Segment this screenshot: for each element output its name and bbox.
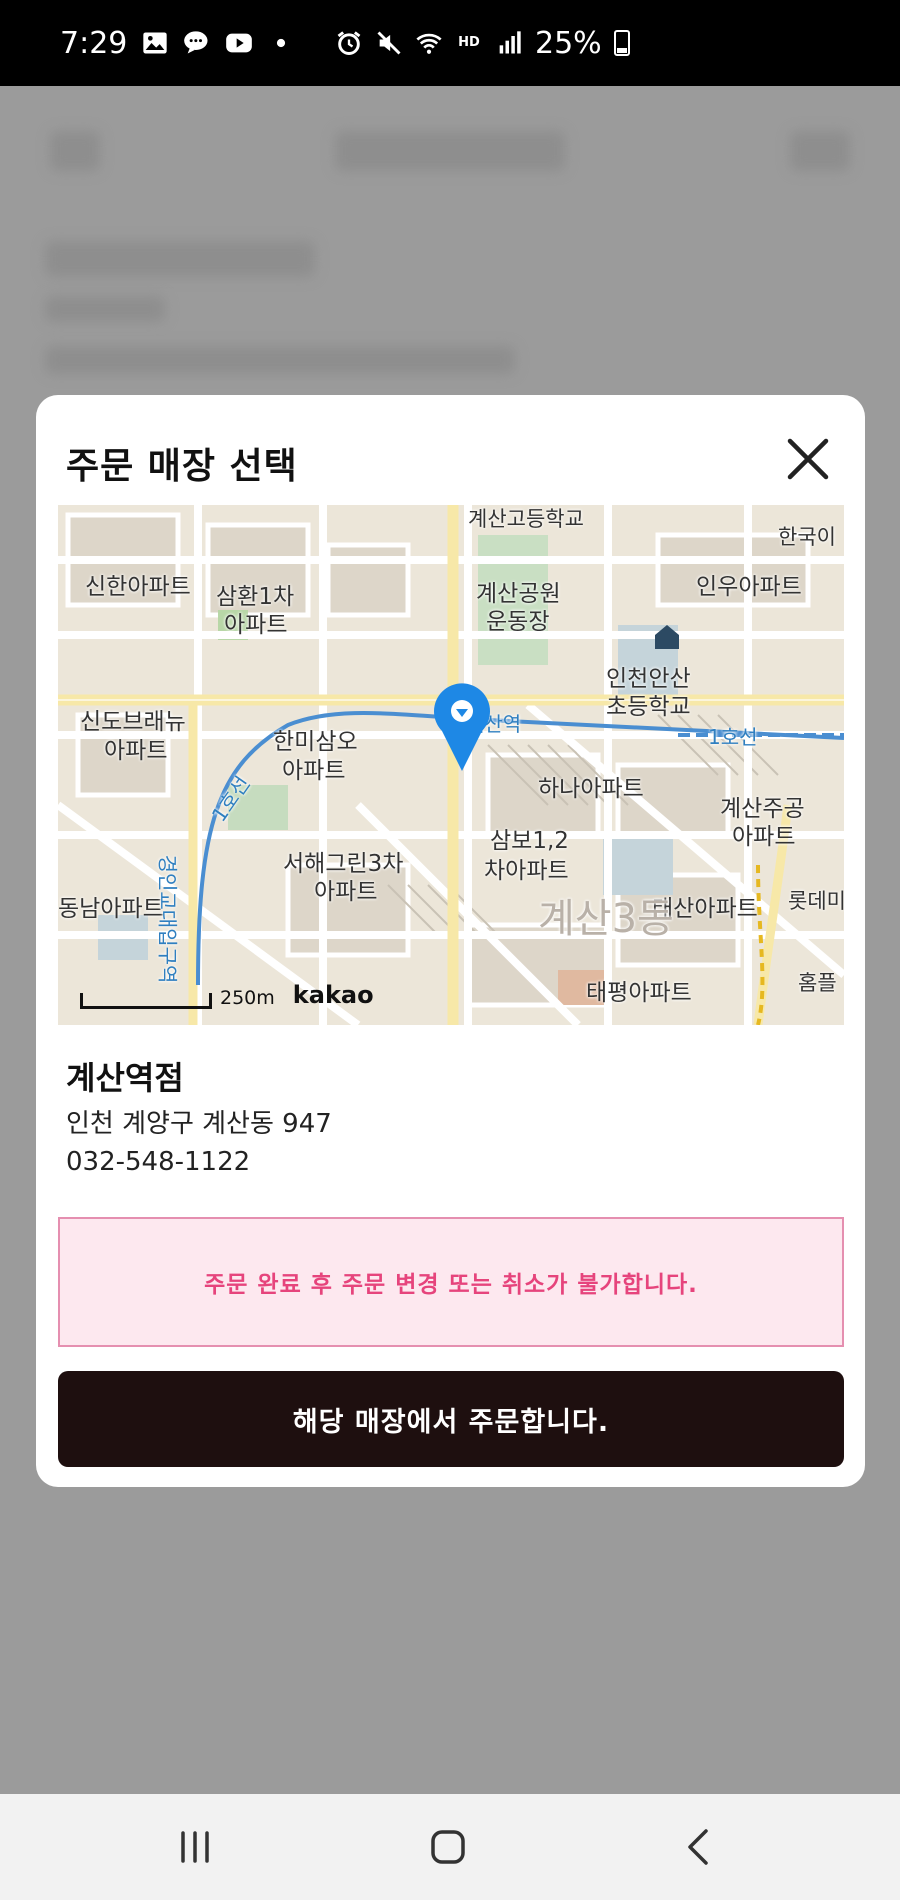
scale-bar — [80, 993, 212, 1009]
mute-icon — [375, 29, 403, 57]
map-label: 한국이 — [778, 525, 836, 549]
map-label: 계산공원 — [476, 581, 561, 607]
gallery-icon — [141, 29, 169, 57]
map-label: 신한아파트 — [85, 574, 191, 600]
back-button[interactable] — [670, 1822, 730, 1872]
map-label: 아파트 — [282, 758, 346, 784]
map-label: 차아파트 — [484, 858, 569, 884]
order-notice-text: 주문 완료 후 주문 변경 또는 취소가 불가합니다. — [204, 1272, 698, 1298]
map-pin-icon[interactable] — [432, 683, 492, 773]
map-label: 하나아파트 — [538, 776, 644, 802]
bg-back-placeholder — [50, 131, 100, 171]
store-phone[interactable]: 032-548-1122 — [66, 1147, 250, 1177]
map-label: 계산3동 — [538, 896, 674, 942]
map-label: 홈플 — [798, 971, 837, 995]
home-button[interactable] — [418, 1822, 478, 1872]
order-notice: 주문 완료 후 주문 변경 또는 취소가 불가합니다. — [58, 1217, 844, 1347]
map-label: 인우아파트 — [696, 574, 802, 600]
map-label: 아파트 — [224, 612, 288, 638]
dot-icon — [267, 29, 295, 57]
map-label: 계산주공 — [720, 796, 805, 822]
map-label: 태평아파트 — [586, 980, 692, 1006]
map-label: 서해그린3차 — [283, 851, 404, 877]
youtube-icon — [225, 29, 253, 57]
map-label: 경인교대입구역 — [155, 854, 180, 984]
bg-subheading-placeholder — [45, 296, 165, 322]
map-label: 운동장 — [486, 609, 550, 635]
back-icon — [688, 1829, 708, 1865]
battery-percent: 25% — [535, 25, 602, 61]
map-label: 아파트 — [314, 879, 378, 905]
recents-button[interactable] — [165, 1822, 225, 1872]
kakao-logo[interactable]: kakao — [293, 981, 374, 1009]
map-label: 신도브래뉴 — [80, 709, 186, 735]
close-button[interactable] — [784, 435, 832, 483]
order-at-store-button[interactable]: 해당 매장에서 주문합니다. — [58, 1371, 844, 1467]
bg-heading-placeholder — [45, 241, 315, 277]
system-nav-bar — [0, 1794, 900, 1900]
store-address: 인천 계양구 계산동 947 — [66, 1109, 332, 1139]
map-label: 1호선 — [708, 725, 758, 749]
bg-text-placeholder — [45, 346, 515, 374]
recents-icon — [181, 1831, 209, 1863]
map-label: 초등학교 — [606, 694, 691, 720]
map-label: 롯데미 — [788, 889, 844, 913]
map-label: 삼환1차 — [216, 584, 295, 610]
map-label: 아파트 — [104, 738, 168, 764]
battery-icon — [613, 30, 630, 56]
modal-title: 주문 매장 선택 — [66, 446, 298, 487]
order-button-label: 해당 매장에서 주문합니다. — [292, 1406, 610, 1438]
status-time: 7:29 — [60, 25, 128, 61]
map-label: 계산고등학교 — [468, 507, 584, 531]
map-label: 인천안산 — [606, 666, 691, 692]
home-icon — [431, 1830, 465, 1864]
store-map[interactable]: 계산고등학교 한국이 신한아파트 삼환1차 아파트 계산공원 운동장 인우아파트… — [58, 505, 844, 1025]
chat-icon — [183, 29, 211, 57]
scale-label: 250m — [220, 987, 275, 1009]
map-label: 한미삼오 — [273, 729, 358, 755]
alarm-icon — [335, 29, 363, 57]
close-icon — [787, 438, 829, 480]
wifi-icon — [415, 29, 443, 57]
map-label: 동남아파트 — [58, 896, 164, 922]
store-name: 계산역점 — [66, 1059, 184, 1097]
hd-voice-icon: HD — [458, 35, 480, 50]
map-label: 삼보1,2 — [490, 828, 569, 854]
signal-icon — [495, 29, 523, 57]
store-select-modal: 주문 매장 선택 계산고등학교 한국이 신한아파트 삼환1차 아파트 계산공원 … — [36, 395, 865, 1487]
bg-title-placeholder — [335, 131, 565, 171]
map-label: 아파트 — [732, 824, 796, 850]
status-bar: 7:29 HD 25% — [0, 0, 900, 86]
map-scale: 250m kakao — [80, 981, 374, 1009]
bg-menu-placeholder — [790, 131, 850, 171]
